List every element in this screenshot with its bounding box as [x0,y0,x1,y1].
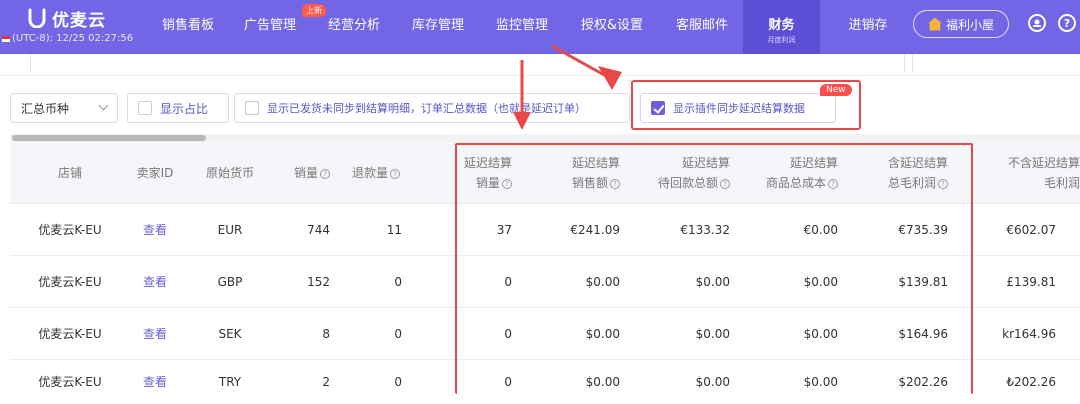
app-logo[interactable]: 优麦云 [28,6,106,31]
info-icon[interactable]: ? [390,168,401,179]
cell-currency: EUR [217,223,243,237]
scrollbar-thumb[interactable] [12,135,206,141]
strip-divider [912,54,913,72]
cell-sales-qty: 8 [322,327,330,341]
nav-ad-management[interactable]: 广告管理 [232,0,308,54]
strip-divider [904,54,905,72]
col-without-delay-profit[interactable]: 不含延迟结算 毛利润 [970,153,1080,193]
cell-refund-qty: 0 [394,327,402,341]
welfare-button[interactable]: 福利小屋 [913,10,1009,38]
currency-select[interactable]: 汇总币种 [10,93,118,123]
show-ratio-checkbox[interactable]: 显示占比 [127,93,229,123]
house-icon [927,17,942,31]
cell-store: 优麦云K-EU [38,275,102,289]
cell-sales-qty: 744 [307,223,330,237]
cell-sales-qty: 152 [307,275,330,289]
col-sales-qty[interactable]: 销量? [260,163,330,183]
annotation-table-highlight-box [455,143,973,394]
logo-text: 优麦云 [52,10,106,31]
cell-store: 优麦云K-EU [38,327,102,341]
col-currency: 原始货币 [205,166,254,180]
cell-currency: GBP [217,275,243,289]
support-icon[interactable] [1028,14,1046,32]
clock-text: (UTC-8): 12/25 02:27:56 [12,33,134,44]
cell-seller-id-link[interactable]: 查看 [130,360,180,404]
cell-refund-qty: 0 [394,375,402,389]
help-icon[interactable]: ? [1058,14,1076,32]
nav-sales-dashboard[interactable]: 销售看板 [150,0,226,54]
nav-purchase-sales-stock[interactable]: 进销存 [830,0,906,54]
nav-business-analysis[interactable]: 经营分析 [316,0,392,54]
cell-refund-qty: 0 [394,275,402,289]
cell-seller-id-link[interactable]: 查看 [130,308,180,360]
cell-currency: TRY [218,375,242,389]
chevron-down-icon [98,100,109,111]
nav-inventory[interactable]: 库存管理 [400,0,476,54]
logo-icon [28,8,46,28]
cell-seller-id-link[interactable]: 查看 [130,204,180,256]
cell-store: 优麦云K-EU [38,223,102,237]
cell-sales-qty: 2 [322,375,330,389]
cell-without-delay-profit: ₺202.26 [1006,375,1056,389]
nav-customer-email[interactable]: 客服邮件 [664,0,740,54]
timezone-clock: (UTC-8): 12/25 02:27:56 [2,33,133,44]
sub-header-strip [0,54,1080,76]
show-unsynced-checkbox[interactable]: 显示已发货未同步到结算明细，订单汇总数据（也就是延迟订单） [234,93,630,123]
col-store: 店铺 [57,166,82,180]
info-icon[interactable]: ? [320,168,330,179]
headset-icon [1033,19,1041,27]
new-badge: New [820,84,852,96]
col-refund-qty[interactable]: 退款量? [352,163,422,183]
cell-seller-id-link[interactable]: 查看 [130,256,180,308]
cell-refund-qty: 11 [386,223,402,237]
cell-store: 优麦云K-EU [38,375,102,389]
checkbox-icon [138,101,152,115]
cell-without-delay-profit: £139.81 [1006,275,1056,289]
nav-monitoring[interactable]: 监控管理 [484,0,560,54]
top-nav-bar: 优麦云 (UTC-8): 12/25 02:27:56 销售看板 广告管理 上新… [0,0,1080,54]
flag-icon [2,35,10,42]
cell-without-delay-profit: kr164.96 [1002,327,1056,341]
checkbox-icon [245,101,259,115]
strip-divider [30,54,31,72]
nav-finance[interactable]: 财务 月度利润 [743,0,820,54]
cell-currency: SEK [218,327,242,341]
nav-auth-settings[interactable]: 授权&设置 [568,0,656,54]
col-seller-id: 卖家ID [136,166,174,180]
cell-without-delay-profit: €602.07 [1006,223,1056,237]
